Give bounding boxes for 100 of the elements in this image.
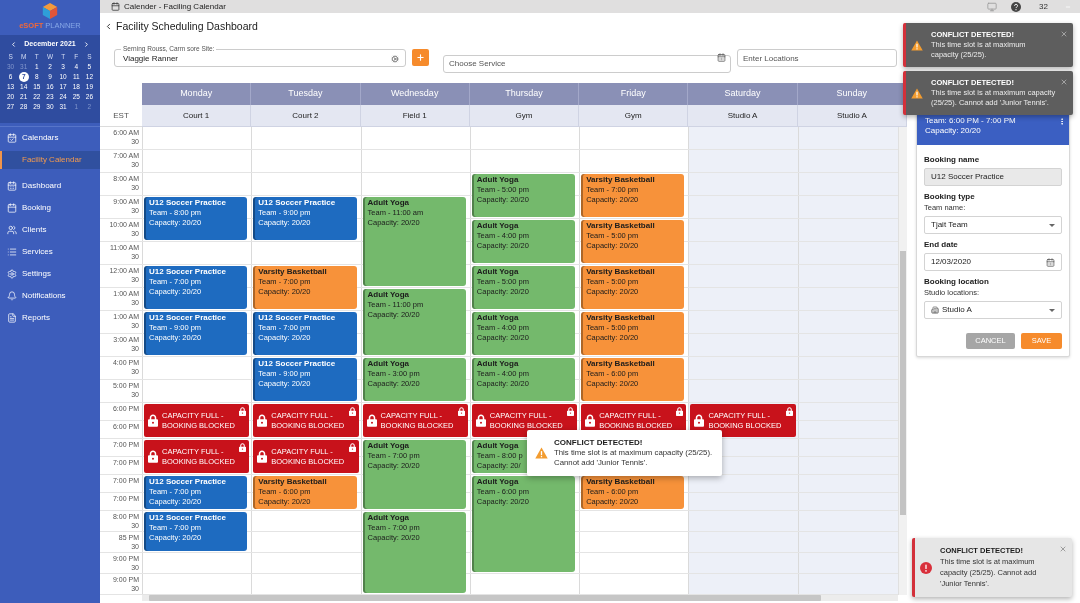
- lock-icon: [239, 407, 247, 416]
- list-icon: [7, 247, 17, 257]
- booking-title: Adult Yoga: [476, 477, 519, 487]
- nav-item[interactable]: Calendars: [0, 127, 100, 149]
- booking-title: U12 Soccer Practice: [258, 198, 336, 208]
- booking-title: U12 Soccer Practice: [149, 513, 226, 523]
- booking-title: Adult Yoga: [476, 441, 519, 451]
- calendar-grid-icon: [7, 181, 17, 191]
- cube-logo-icon: [42, 2, 58, 20]
- caret-down-icon: [1049, 223, 1055, 227]
- resource-header: Gym: [579, 105, 689, 127]
- booking-title: U12 Soccer Practice: [258, 313, 336, 323]
- booking-title: Varsity Basketball: [258, 477, 327, 487]
- day-header: Thursday: [469, 83, 580, 105]
- vertical-scrollbar[interactable]: [898, 127, 907, 595]
- nav-item[interactable]: Reports: [0, 307, 100, 329]
- lock-icon: [257, 414, 268, 427]
- select-field[interactable]: Tjait Team: [924, 216, 1062, 234]
- field-heading: End date: [924, 240, 958, 250]
- page-title: Facility Scheduling Dashboard: [116, 18, 258, 34]
- summary-line: Team: 6:00 PM - 7:00 PM: [925, 116, 1016, 126]
- nav-item[interactable]: Clients: [0, 219, 100, 241]
- nav-item[interactable]: Settings: [0, 263, 100, 285]
- building-icon: [931, 306, 939, 314]
- calendar-icon: [111, 2, 120, 11]
- back-button[interactable]: [104, 22, 113, 31]
- nav-item[interactable]: Dashboard: [0, 175, 100, 197]
- close-button[interactable]: [1059, 545, 1067, 553]
- plus-icon: [416, 53, 425, 62]
- booking-title: Adult Yoga: [476, 221, 519, 231]
- field-value: Viaggie Ranner: [123, 53, 178, 65]
- warning-icon: [535, 447, 548, 459]
- add-button[interactable]: [412, 49, 429, 66]
- booking-title: U12 Soccer Practice: [149, 477, 226, 487]
- resource-header: Court 1: [142, 105, 252, 127]
- chevron-left-icon: [104, 22, 113, 31]
- chevron-left-icon[interactable]: [10, 40, 17, 48]
- booking-title: Adult Yoga: [367, 441, 410, 451]
- close-button[interactable]: [1060, 30, 1068, 38]
- caret-down-icon: [1049, 308, 1055, 312]
- day-header: Tuesday: [251, 83, 361, 105]
- booking-title: Adult Yoga: [367, 290, 410, 300]
- booking-title: Varsity Basketball: [586, 313, 655, 323]
- booking-title: Adult Yoga: [476, 359, 519, 369]
- resource-header: Studio A: [688, 105, 798, 127]
- lock-icon: [457, 407, 465, 416]
- nav-subitem[interactable]: Facility Calendar: [0, 151, 100, 169]
- booking-title: Varsity Basketball: [586, 267, 655, 277]
- nav-item[interactable]: Services: [0, 241, 100, 263]
- chevron-right-icon[interactable]: [83, 40, 90, 48]
- booking-title: Varsity Basketball: [258, 267, 327, 277]
- close-button[interactable]: [1060, 78, 1068, 86]
- resource-header: Studio A: [797, 105, 907, 127]
- date-field[interactable]: 12/03/2020: [924, 253, 1062, 271]
- warning-icon: [911, 87, 923, 99]
- lock-icon: [567, 407, 575, 416]
- lock-icon: [585, 414, 596, 427]
- lock-icon: [239, 443, 247, 452]
- lock-icon: [676, 407, 684, 416]
- nav-item[interactable]: Booking: [0, 197, 100, 219]
- close-icon: [1059, 545, 1067, 553]
- booking-title: Varsity Basketball: [586, 175, 655, 185]
- booking-title: U12 Soccer Practice: [149, 313, 226, 323]
- lock-icon: [366, 414, 377, 427]
- lock-icon: [257, 450, 268, 463]
- day-header: Friday: [579, 83, 689, 105]
- calendar-icon: [1046, 257, 1055, 267]
- lock-icon: [148, 414, 158, 427]
- booking-title: Adult Yoga: [476, 267, 519, 277]
- day-header: Monday: [142, 83, 252, 105]
- service-field[interactable]: Choose Service: [443, 54, 731, 73]
- booking-title: U12 Soccer Practice: [149, 198, 226, 208]
- nav-item[interactable]: Notifications: [0, 285, 100, 307]
- select-field[interactable]: Studio A: [924, 301, 1062, 319]
- field-heading: Booking location: [924, 277, 989, 287]
- booking-title: Adult Yoga: [367, 513, 410, 523]
- booking-title: U12 Soccer Practice: [149, 267, 226, 277]
- count-label: 32: [1039, 0, 1048, 13]
- lock-icon: [785, 407, 793, 416]
- resource-header: Field 1: [360, 105, 470, 127]
- window-title: Calender - Faciling Calendar: [124, 0, 226, 13]
- resource-header: Gym: [469, 105, 580, 127]
- bell-icon: [7, 291, 17, 301]
- warning-icon: [911, 39, 923, 51]
- day-header: Wednesday: [360, 83, 470, 105]
- field-heading: Booking name: [924, 155, 980, 165]
- scrollbar-thumb[interactable]: [900, 251, 906, 515]
- gear-icon[interactable]: [391, 55, 399, 63]
- monitor-icon[interactable]: [986, 1, 999, 12]
- kebab-menu-icon[interactable]: [1058, 117, 1066, 126]
- summary-line: Capacity: 20/20: [925, 126, 981, 136]
- location-field[interactable]: Enter Locations: [737, 49, 897, 67]
- lock-icon: [694, 414, 705, 427]
- booking-title: Adult Yoga: [476, 313, 519, 323]
- help-icon[interactable]: [1011, 1, 1022, 12]
- document-icon: [7, 313, 17, 323]
- lock-icon: [348, 443, 356, 452]
- calendar-icon: [7, 203, 17, 213]
- lock-icon: [348, 407, 356, 416]
- field-heading: Booking type: [924, 192, 975, 202]
